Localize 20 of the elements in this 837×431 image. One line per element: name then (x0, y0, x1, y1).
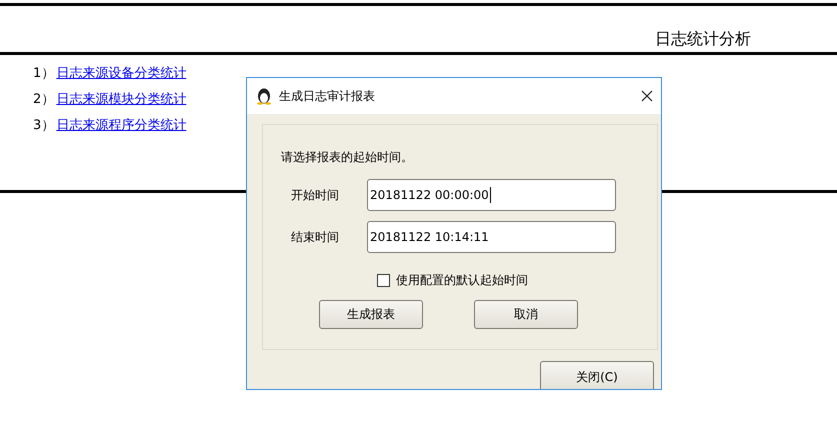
penguin-icon (255, 87, 273, 105)
time-field[interactable]: 20181122 00:00:00 (367, 179, 616, 211)
checkbox[interactable] (377, 274, 390, 286)
list-number: 1） (33, 64, 54, 82)
report-link[interactable]: 日志来源程序分类统计 (56, 116, 186, 134)
prompt-text: 请选择报表的起始时间。 (281, 149, 414, 166)
dialog-title: 生成日志审计报表 (279, 88, 376, 104)
dialog-button[interactable]: 取消 (474, 300, 578, 329)
close-icon[interactable] (641, 90, 653, 102)
close-button[interactable]: 关闭(C) (540, 361, 654, 389)
time-field[interactable]: 20181122 10:14:11 (367, 221, 616, 253)
list-number: 3） (33, 116, 54, 134)
report-link[interactable]: 日志来源模块分类统计 (56, 90, 186, 108)
field-label: 开始时间 (290, 186, 340, 204)
page-title: 日志统计分析 (655, 29, 751, 50)
dialog-button[interactable]: 生成报表 (319, 300, 423, 329)
report-link[interactable]: 日志来源设备分类统计 (56, 64, 186, 82)
field-label: 结束时间 (290, 228, 340, 246)
checkbox-label: 使用配置的默认起始时间 (396, 272, 528, 288)
list-number: 2） (33, 90, 54, 108)
